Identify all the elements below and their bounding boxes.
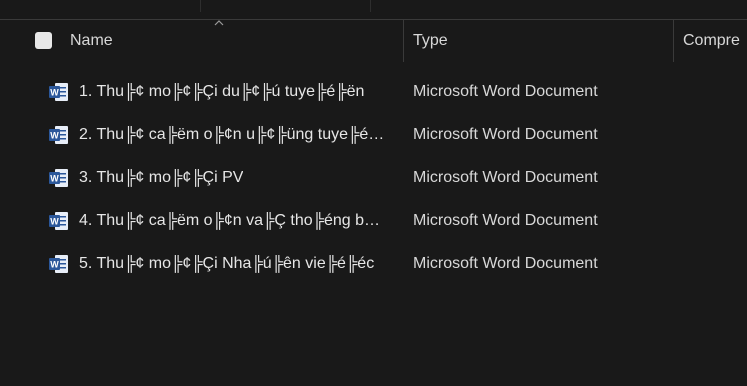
word-document-icon: W <box>49 125 68 144</box>
file-name: 3. Thu╠¢ mo╠¢╠Çi PV <box>79 168 244 186</box>
file-type: Microsoft Word Document <box>413 82 598 100</box>
svg-text:W: W <box>50 216 59 226</box>
file-name-cell[interactable]: W 5. Thu╠¢ mo╠¢╠Çi Nha╠ú╠ên vie╠é╠éc <box>48 242 398 285</box>
svg-text:W: W <box>50 173 59 183</box>
toolbar-separator <box>370 0 371 12</box>
file-type: Microsoft Word Document <box>413 211 598 229</box>
file-type: Microsoft Word Document <box>413 254 598 272</box>
word-document-icon: W <box>49 82 68 101</box>
svg-text:W: W <box>50 259 59 269</box>
column-header-name[interactable]: Name <box>70 20 113 62</box>
column-header-compressed-size[interactable]: Compre <box>683 20 740 62</box>
select-all-checkbox[interactable] <box>35 32 52 49</box>
file-row[interactable]: W 1. Thu╠¢ mo╠¢╠Çi du╠¢╠ú tuye╠é╠ën Micr… <box>0 70 747 113</box>
column-header-type[interactable]: Type <box>413 20 448 62</box>
file-name-cell[interactable]: W 2. Thu╠¢ ca╠ëm o╠¢n u╠¢╠üng tuye╠é… <box>48 113 398 156</box>
file-row[interactable]: W 2. Thu╠¢ ca╠ëm o╠¢n u╠¢╠üng tuye╠é… Mi… <box>0 113 747 156</box>
word-document-icon: W <box>49 168 68 187</box>
toolbar-separator <box>200 0 201 12</box>
file-name-cell[interactable]: W 1. Thu╠¢ mo╠¢╠Çi du╠¢╠ú tuye╠é╠ën <box>48 70 398 113</box>
file-name: 2. Thu╠¢ ca╠ëm o╠¢n u╠¢╠üng tuye╠é… <box>79 125 385 143</box>
file-name-cell[interactable]: W 4. Thu╠¢ ca╠ëm o╠¢n va╠Ç tho╠éng b… <box>48 199 398 242</box>
file-explorer-list-view: Name Type Compre W 1. Thu╠¢ mo╠¢╠Çi du╠¢… <box>0 0 747 386</box>
svg-text:W: W <box>50 130 59 140</box>
column-resize-handle[interactable] <box>673 20 674 62</box>
file-name: 4. Thu╠¢ ca╠ëm o╠¢n va╠Ç tho╠éng b… <box>79 211 380 229</box>
file-row[interactable]: W 3. Thu╠¢ mo╠¢╠Çi PV Microsoft Word Doc… <box>0 156 747 199</box>
file-type: Microsoft Word Document <box>413 125 598 143</box>
svg-text:W: W <box>50 87 59 97</box>
toolbar-strip <box>0 0 747 12</box>
sort-ascending-icon[interactable] <box>213 19 225 27</box>
column-resize-handle[interactable] <box>403 20 404 62</box>
file-name-cell[interactable]: W 3. Thu╠¢ mo╠¢╠Çi PV <box>48 156 398 199</box>
word-document-icon: W <box>49 211 68 230</box>
file-row[interactable]: W 5. Thu╠¢ mo╠¢╠Çi Nha╠ú╠ên vie╠é╠éc Mic… <box>0 242 747 285</box>
file-name: 5. Thu╠¢ mo╠¢╠Çi Nha╠ú╠ên vie╠é╠éc <box>79 254 375 272</box>
file-type: Microsoft Word Document <box>413 168 598 186</box>
file-name: 1. Thu╠¢ mo╠¢╠Çi du╠¢╠ú tuye╠é╠ën <box>79 82 365 100</box>
file-row[interactable]: W 4. Thu╠¢ ca╠ëm o╠¢n va╠Ç tho╠éng b… Mi… <box>0 199 747 242</box>
word-document-icon: W <box>49 254 68 273</box>
